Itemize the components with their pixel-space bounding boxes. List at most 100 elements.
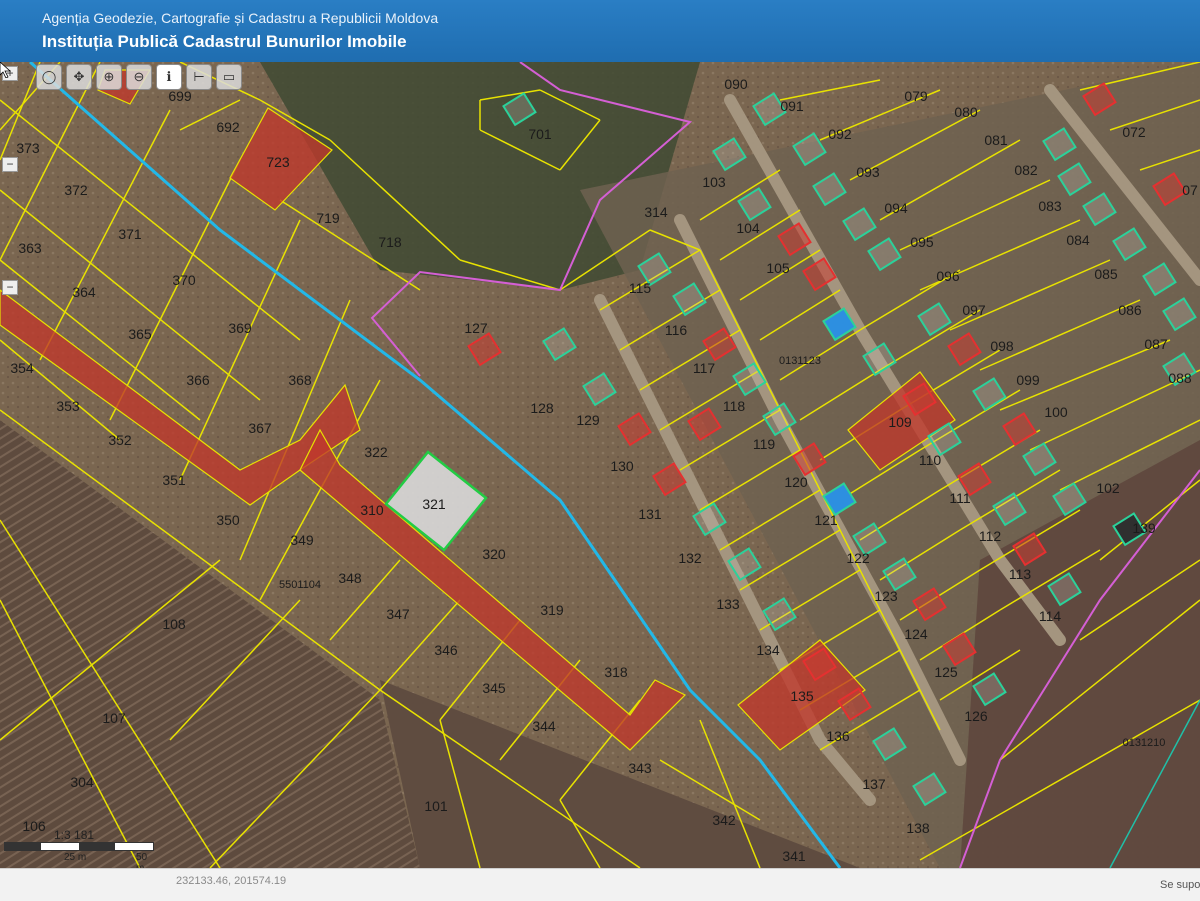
parcel-number-label[interactable]: 101	[424, 798, 448, 814]
parcel-number-label[interactable]: 086	[1118, 302, 1142, 318]
parcel-number-label[interactable]: 718	[378, 234, 402, 250]
parcel-number-label[interactable]: 370	[172, 272, 196, 288]
parcel-number-label[interactable]: 07	[1182, 182, 1198, 198]
parcel-number-label[interactable]: 350	[216, 512, 240, 528]
parcel-number-label[interactable]: 112	[979, 528, 1002, 544]
parcel-number-label[interactable]: 701	[528, 126, 552, 142]
parcel-number-label[interactable]: 122	[846, 550, 870, 566]
parcel-number-label[interactable]: 314	[644, 204, 668, 220]
parcel-number-label[interactable]: 114	[1039, 608, 1062, 624]
parcel-number-label[interactable]: 352	[108, 432, 132, 448]
zoom-in-icon[interactable]: ⊕	[96, 64, 122, 90]
parcel-number-label[interactable]: 082	[1014, 162, 1038, 178]
parcel-number-label[interactable]: 103	[702, 174, 726, 190]
zoom-level-marker[interactable]: −	[2, 157, 18, 172]
parcel-number-label[interactable]: 110	[919, 452, 942, 468]
parcel-number-label[interactable]: 098	[990, 338, 1014, 354]
parcel-number-label[interactable]: 079	[904, 88, 928, 104]
parcel-number-label[interactable]: 136	[826, 728, 850, 744]
parcel-number-label[interactable]: 346	[434, 642, 458, 658]
parcel-number-label[interactable]: 129	[576, 412, 600, 428]
parcel-number-label[interactable]: 344	[532, 718, 556, 734]
parcel-number-label[interactable]: 084	[1066, 232, 1090, 248]
parcel-number-label[interactable]: 351	[162, 472, 186, 488]
parcel-number-label[interactable]: 369	[228, 320, 252, 336]
parcel-number-label[interactable]: 083	[1038, 198, 1062, 214]
parcel-number-label[interactable]: 090	[724, 76, 748, 92]
parcel-number-label[interactable]: 137	[862, 776, 886, 792]
zoom-out-button[interactable]: −	[2, 280, 18, 295]
parcel-number-label[interactable]: 371	[118, 226, 142, 242]
parcel-number-label[interactable]: 719	[316, 210, 340, 226]
map-canvas[interactable]: 373 372 371 363 370 364 369 365 354 366 368 353 367 3…	[0, 62, 1200, 868]
parcel-number-label[interactable]: 373	[16, 140, 40, 156]
parcel-number-label[interactable]: 095	[910, 234, 934, 250]
parcel-number-label[interactable]: 113	[1009, 566, 1032, 582]
parcel-number-label[interactable]: 349	[290, 532, 314, 548]
parcel-number-label[interactable]: 097	[962, 302, 986, 318]
parcel-number-label[interactable]: 341	[782, 848, 806, 864]
parcel-number-label[interactable]: 117	[693, 360, 716, 376]
parcel-number-label[interactable]: 353	[56, 398, 80, 414]
parcel-number-label[interactable]: 091	[780, 98, 804, 114]
parcel-number-label[interactable]: 099	[1016, 372, 1040, 388]
parcel-number-label[interactable]: 319	[540, 602, 564, 618]
parcel-number-label[interactable]: 345	[482, 680, 506, 696]
parcel-number-label[interactable]: 072	[1122, 124, 1146, 140]
parcel-number-label[interactable]: 088	[1168, 370, 1192, 386]
parcel-number-label[interactable]: 347	[386, 606, 410, 622]
parcel-number-label[interactable]: 132	[678, 550, 702, 566]
parcel-number-label[interactable]: 081	[984, 132, 1008, 148]
parcel-number-label[interactable]: 087	[1144, 336, 1168, 352]
parcel-number-label[interactable]: 116	[665, 322, 688, 338]
zoom-out-icon[interactable]: ⊖	[126, 64, 152, 90]
parcel-number-label[interactable]: 111	[949, 490, 970, 506]
move-icon[interactable]: ✥	[66, 64, 92, 90]
parcel-number-label[interactable]: 343	[628, 760, 652, 776]
pan-circle-icon[interactable]: ◯	[36, 64, 62, 90]
parcel-number-label[interactable]: 318	[604, 664, 628, 680]
parcel-number-label[interactable]: 080	[954, 104, 978, 120]
parcel-number-label[interactable]: 133	[716, 596, 740, 612]
parcel-number-label[interactable]: 368	[288, 372, 312, 388]
parcel-number-label[interactable]: 321	[422, 496, 446, 512]
parcel-number-label[interactable]: 365	[128, 326, 152, 342]
parcel-number-label[interactable]: 128	[530, 400, 554, 416]
parcel-number-label[interactable]: 367	[248, 420, 272, 436]
parcel-number-label[interactable]: 130	[610, 458, 634, 474]
parcel-number-label[interactable]: 118	[723, 398, 746, 414]
parcel-number-label[interactable]: 364	[72, 284, 96, 300]
parcel-number-label[interactable]: 310	[360, 502, 384, 518]
parcel-number-label[interactable]: 105	[766, 260, 790, 276]
parcel-number-label[interactable]: 125	[934, 664, 958, 680]
parcel-number-label[interactable]: 120	[784, 474, 808, 490]
parcel-number-label[interactable]: 109	[888, 414, 912, 430]
parcel-number-label[interactable]: 138	[906, 820, 930, 836]
parcel-number-label[interactable]: 085	[1094, 266, 1118, 282]
parcel-number-label[interactable]: 100	[1044, 404, 1068, 420]
parcel-number-label[interactable]: 342	[712, 812, 736, 828]
parcel-number-label[interactable]: 366	[186, 372, 210, 388]
parcel-number-label[interactable]: 372	[64, 182, 88, 198]
parcel-number-label[interactable]: 093	[856, 164, 880, 180]
parcel-number-label[interactable]: 348	[338, 570, 362, 586]
parcel-number-label[interactable]: 134	[756, 642, 780, 658]
cadastral-map[interactable]: 373 372 371 363 370 364 369 365 354 366 368 353 367 3…	[0, 62, 1200, 868]
parcel-number-label[interactable]: 363	[18, 240, 42, 256]
parcel-number-label[interactable]: 094	[884, 200, 908, 216]
parcel-number-label[interactable]: 131	[638, 506, 662, 522]
parcel-number-label[interactable]: 104	[736, 220, 760, 236]
parcel-number-label[interactable]: 354	[10, 360, 34, 376]
parcel-number-label[interactable]: 123	[874, 588, 898, 604]
parcel-number-label[interactable]: 107	[102, 710, 126, 726]
parcel-number-label[interactable]: 108	[162, 616, 186, 632]
parcel-number-label[interactable]: 092	[828, 126, 852, 142]
parcel-number-label[interactable]: 692	[216, 119, 240, 135]
measure-icon[interactable]: ⊢	[186, 64, 212, 90]
parcel-number-label[interactable]: 126	[964, 708, 988, 724]
parcel-number-label[interactable]: 115	[629, 280, 652, 296]
parcel-number-label[interactable]: 102	[1096, 480, 1120, 496]
support-link[interactable]: Se suport	[1160, 879, 1200, 891]
parcel-number-label[interactable]: 096	[936, 268, 960, 284]
parcel-number-label[interactable]: 135	[790, 688, 814, 704]
